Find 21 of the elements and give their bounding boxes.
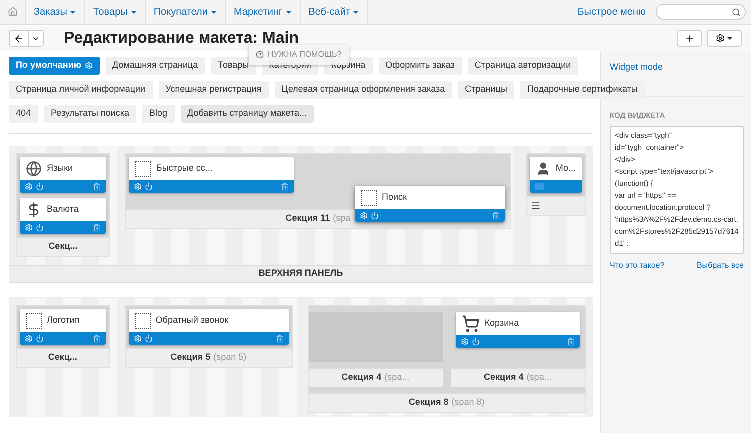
section-span: (spa... (526, 371, 552, 384)
section-title: Секция 8 (408, 396, 449, 410)
section-title: Секц... (48, 351, 78, 364)
section-span: (span 8) (452, 396, 485, 410)
section-span: (spa (333, 212, 351, 226)
section-title: Секция 4 (484, 371, 524, 384)
block-title: Поиск (382, 190, 407, 204)
block-title: Валюта (47, 202, 79, 216)
container-footer: ВЕРХНЯЯ ПАНЕЛЬ (9, 265, 593, 283)
section-title: Секц... (48, 240, 78, 254)
section-title: Секция 5 (170, 351, 211, 364)
block-title: Корзина (484, 316, 520, 330)
block-title: Быстрые сс... (156, 162, 213, 175)
block-title: Языки (47, 162, 74, 175)
block-title: Мо... (556, 162, 576, 175)
block-title: Обратный звонок (156, 314, 229, 327)
section-title: Секция 4 (342, 371, 382, 384)
section-span: (spa... (384, 371, 410, 384)
section-title: Секция 11 (286, 212, 330, 226)
block-title: Логотип (47, 314, 80, 327)
section-span: (span 5) (214, 351, 247, 364)
